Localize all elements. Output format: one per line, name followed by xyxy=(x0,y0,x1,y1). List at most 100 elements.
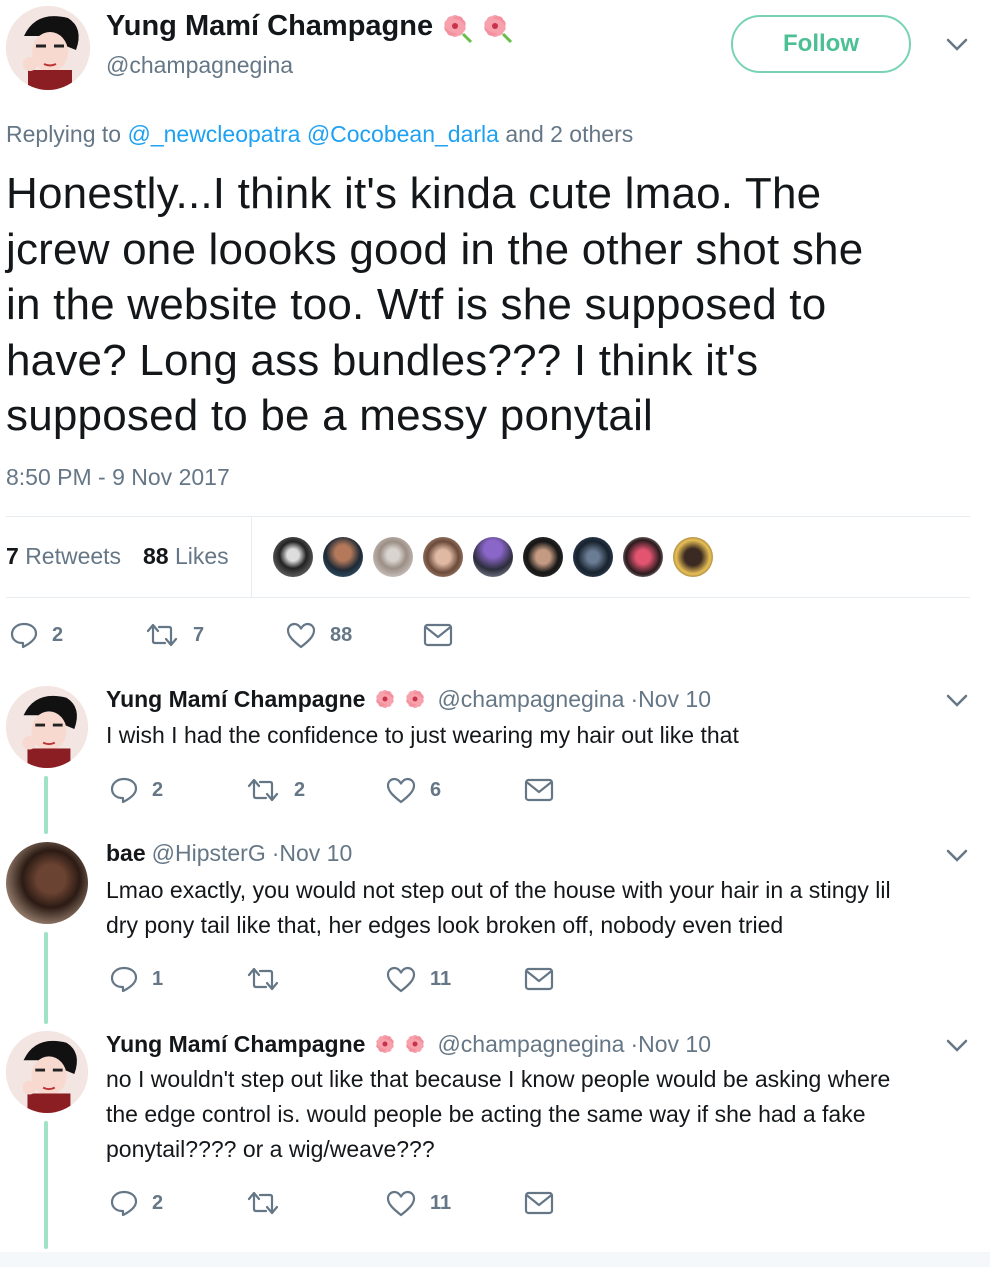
hibiscus-icon xyxy=(376,1035,425,1053)
reply-avatar[interactable] xyxy=(6,686,88,768)
reply-icon xyxy=(110,1190,138,1217)
retweet-count: 7 xyxy=(193,623,205,646)
others-link[interactable]: and 2 others xyxy=(505,121,633,147)
retweet-action[interactable]: 2 xyxy=(246,776,305,804)
reply-count: 2 xyxy=(52,623,64,646)
heart-icon xyxy=(286,622,316,649)
tweet-text-line: supposed to be a messy ponytail xyxy=(6,391,654,440)
bottom-band xyxy=(0,1252,990,1267)
reply-header: bae @HipsterG ·Nov 10 xyxy=(106,840,352,867)
mention-link[interactable]: @_newcleopatra xyxy=(127,121,300,147)
reply-text-line: I wish I had the confidence to just wear… xyxy=(106,722,739,748)
retweet-action[interactable] xyxy=(246,1189,294,1217)
retweet-icon xyxy=(247,778,279,802)
liker-avatar[interactable] xyxy=(373,537,413,577)
reply-author-handle[interactable]: @HipsterG xyxy=(152,840,266,867)
divider xyxy=(6,516,970,517)
likes-label: Likes xyxy=(174,543,229,569)
author-handle[interactable]: @champagnegina xyxy=(106,52,293,79)
envelope-icon xyxy=(423,623,453,647)
like-action[interactable]: 88 xyxy=(286,621,352,649)
retweets-count: 7 xyxy=(6,543,19,569)
reply-count: 1 xyxy=(152,967,164,990)
hibiscus-icon xyxy=(444,15,473,44)
tweet-timestamp[interactable]: 8:50 PM - 9 Nov 2017 xyxy=(6,464,230,491)
reply-author-name[interactable]: Yung Mamí Champagne xyxy=(106,1031,365,1058)
follow-button[interactable]: Follow xyxy=(731,15,911,73)
liker-avatar[interactable] xyxy=(473,537,513,577)
reply-time[interactable]: ·Nov 10 xyxy=(272,840,353,867)
liker-avatar[interactable] xyxy=(623,537,663,577)
heart-icon xyxy=(386,777,416,804)
reply-author-name[interactable]: bae xyxy=(106,840,146,867)
reply-author-name[interactable]: Yung Mamí Champagne xyxy=(106,686,365,713)
like-count: 88 xyxy=(330,623,353,646)
replying-to: Replying to @_newcleopatra @Cocobean_dar… xyxy=(6,121,633,148)
reply-author-handle[interactable]: @champagnegina xyxy=(437,1031,624,1058)
retweets-stat[interactable]: 7 Retweets xyxy=(6,543,121,570)
envelope-icon xyxy=(524,1191,554,1215)
reply-text: no I wouldn't step out like that because… xyxy=(106,1062,956,1167)
dm-action[interactable] xyxy=(524,965,554,993)
likes-count: 88 xyxy=(143,543,169,569)
chevron-down-icon[interactable] xyxy=(946,38,968,52)
reply-action[interactable]: 2 xyxy=(110,1189,163,1217)
like-action[interactable]: 6 xyxy=(386,776,441,804)
reply-icon xyxy=(10,622,38,649)
hibiscus-icon xyxy=(484,15,513,44)
reply-text: Lmao exactly, you would not step out of … xyxy=(106,873,956,943)
heart-icon xyxy=(386,1190,416,1217)
dm-action[interactable] xyxy=(524,1189,554,1217)
like-action[interactable]: 11 xyxy=(386,1189,451,1217)
liker-avatar[interactable] xyxy=(523,537,563,577)
reply-avatar[interactable] xyxy=(6,842,88,924)
like-count: 11 xyxy=(430,967,452,990)
thread-line xyxy=(44,1121,48,1249)
author-avatar[interactable] xyxy=(6,6,90,90)
reply-time[interactable]: ·Nov 10 xyxy=(630,1031,711,1058)
tweet-text-line: Honestly...I think it's kinda cute lmao.… xyxy=(6,169,822,218)
like-action[interactable]: 11 xyxy=(386,965,451,993)
reply-header: Yung Mamí Champagne @champagnegina ·Nov … xyxy=(106,685,711,713)
liker-avatar[interactable] xyxy=(573,537,613,577)
like-count: 11 xyxy=(430,1191,452,1214)
tweet-text-line: jcrew one loooks good in the other shot … xyxy=(6,224,864,274)
retweet-action[interactable]: 7 xyxy=(145,621,204,649)
dm-action[interactable] xyxy=(524,776,554,804)
reply-icon xyxy=(110,966,138,993)
reply-author-handle[interactable]: @champagnegina xyxy=(437,686,624,713)
chevron-down-icon[interactable] xyxy=(946,849,968,863)
liker-avatar[interactable] xyxy=(673,537,713,577)
reply-action[interactable]: 2 xyxy=(110,776,163,804)
reply-text-line: no I wouldn't step out like that because… xyxy=(106,1066,891,1092)
liker-avatar[interactable] xyxy=(423,537,463,577)
reply-text-line: the edge control is. would people be act… xyxy=(106,1101,866,1127)
liker-avatar[interactable] xyxy=(323,537,363,577)
likes-stat[interactable]: 88 Likes xyxy=(143,543,229,570)
liker-avatar[interactable] xyxy=(273,537,313,577)
stats-divider xyxy=(251,517,252,597)
chevron-down-icon[interactable] xyxy=(946,1039,968,1053)
tweet-text-line: have? Long ass bundles??? I think it's xyxy=(6,335,759,385)
retweet-icon xyxy=(146,623,178,647)
tweet-text-line: in the website too. Wtf is she supposed … xyxy=(6,280,827,329)
envelope-icon xyxy=(524,967,554,991)
reply-text-line: dry pony tail like that, her edges look … xyxy=(106,912,784,938)
reply-action[interactable]: 2 xyxy=(10,621,63,649)
chevron-down-icon[interactable] xyxy=(946,694,968,708)
envelope-icon xyxy=(524,778,554,802)
reply-time[interactable]: ·Nov 10 xyxy=(630,686,711,713)
dm-action[interactable] xyxy=(423,621,453,649)
reply-text-line: ponytail???? or a wig/weave??? xyxy=(106,1136,435,1162)
reply-action[interactable]: 1 xyxy=(110,965,163,993)
reply-count: 2 xyxy=(152,1191,164,1214)
hibiscus-icon xyxy=(376,690,425,708)
thread-line xyxy=(44,932,48,1024)
reply-text: I wish I had the confidence to just wear… xyxy=(106,718,956,753)
replying-prefix: Replying to xyxy=(6,121,122,147)
thread-line xyxy=(44,776,48,834)
reply-avatar[interactable] xyxy=(6,1031,88,1113)
author-name[interactable]: Yung Mamí Champagne xyxy=(106,10,433,43)
retweet-action[interactable] xyxy=(246,965,294,993)
mention-link[interactable]: @Cocobean_darla xyxy=(307,121,499,147)
